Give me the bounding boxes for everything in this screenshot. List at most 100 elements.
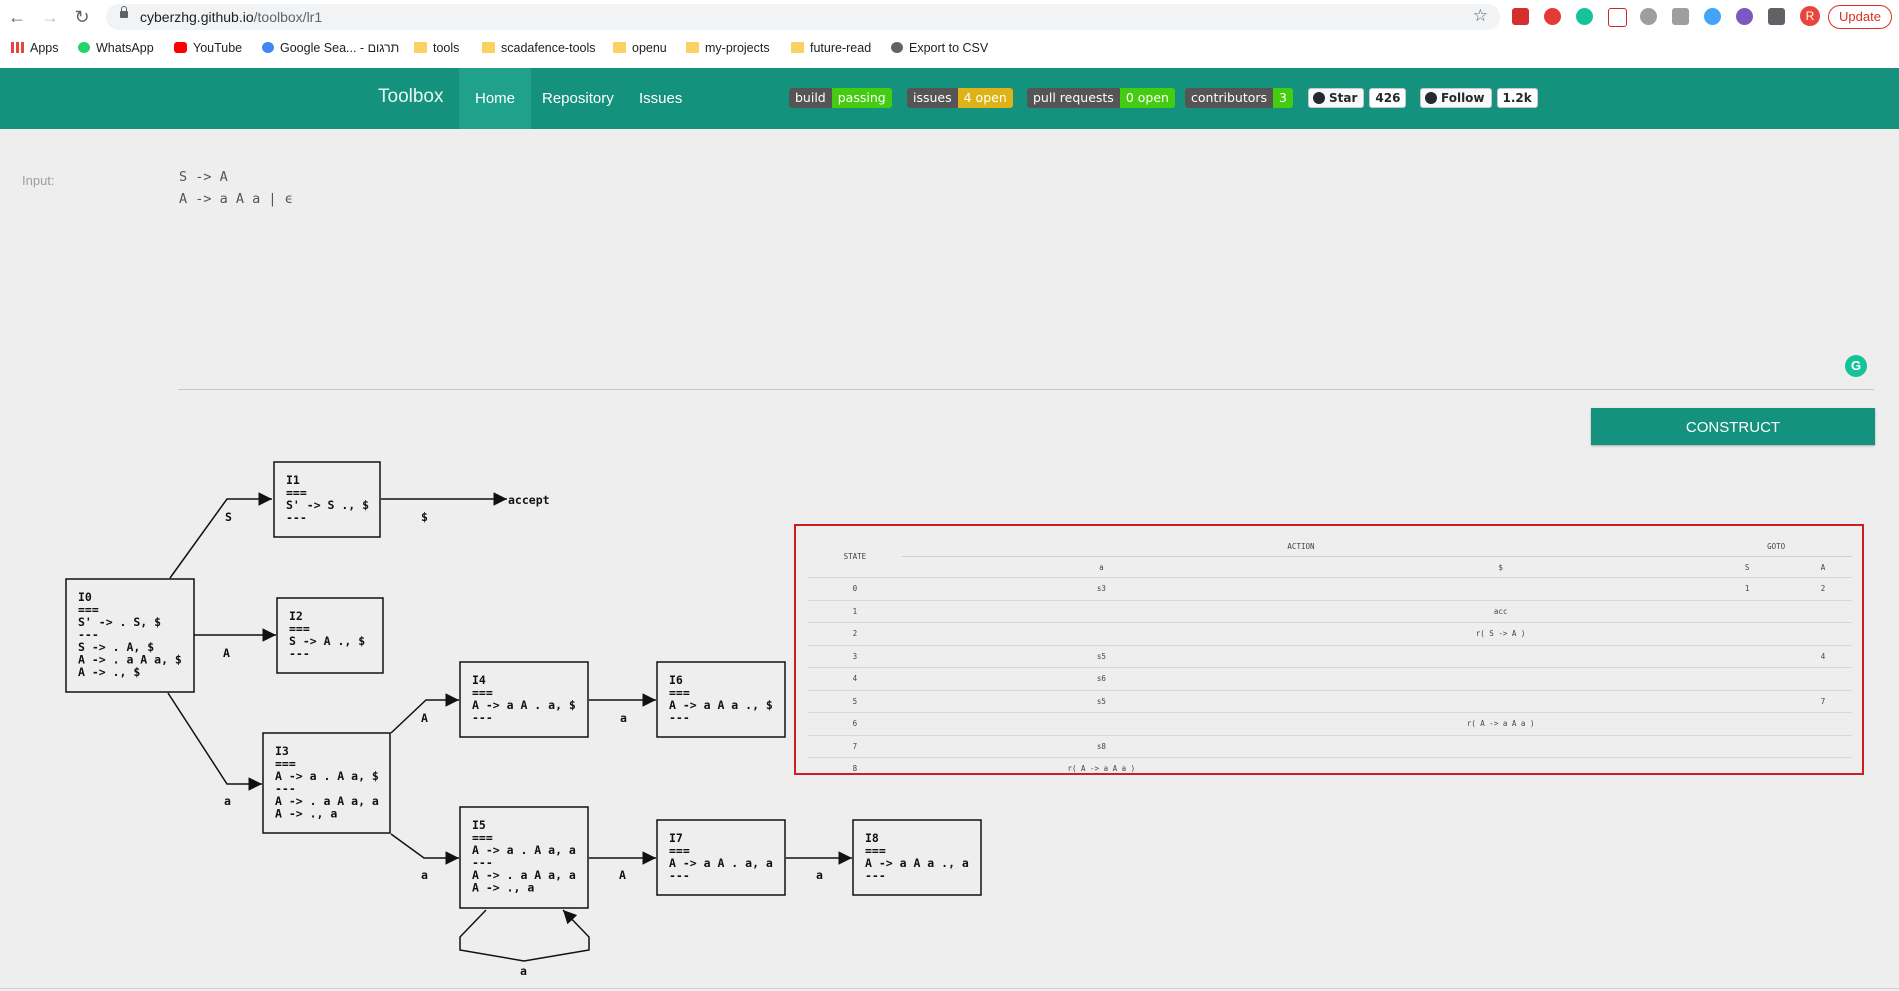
goto-header: GOTO	[1700, 536, 1852, 557]
table-cell	[1793, 712, 1852, 735]
edge-label-a-upper: A	[421, 711, 428, 725]
extension-grammarly-icon[interactable]	[1576, 8, 1593, 25]
extension-translate-icon[interactable]	[1608, 8, 1627, 27]
action-col-a: a	[1099, 562, 1104, 572]
pull-requests-badge[interactable]: pull requests 0 open	[1027, 88, 1175, 108]
table-cell	[1793, 734, 1852, 758]
nav-issues[interactable]: Issues	[623, 68, 698, 129]
youtube-icon	[174, 42, 187, 53]
folder-icon	[613, 42, 626, 53]
edge-label-a-upper: A	[223, 646, 230, 660]
table-row: 6 r( A -> a A a )	[808, 712, 1852, 735]
camera-icon[interactable]	[1672, 8, 1689, 25]
issues-badge[interactable]: issues 4 open	[907, 88, 1013, 108]
table-cell	[1700, 644, 1794, 668]
state-item-line: ---	[669, 869, 690, 883]
follow-label: Follow	[1441, 91, 1485, 105]
construct-button[interactable]: CONSTRUCT	[1591, 408, 1875, 445]
table-cell	[901, 712, 1301, 735]
table-row: 7 s8	[808, 734, 1852, 758]
brand-title[interactable]: Toolbox	[378, 86, 444, 108]
extension-adblock-icon[interactable]	[1544, 8, 1561, 25]
state-header: STATE	[843, 552, 867, 561]
bookmarks-bar: Apps WhatsApp YouTube Google Sea... - תר…	[0, 37, 1899, 63]
page-bottom-rule	[0, 988, 1899, 989]
bookmark-scadafence-tools[interactable]: scadafence-tools	[482, 41, 596, 55]
nav-repository[interactable]: Repository	[526, 68, 630, 129]
extension-gray-icon[interactable]	[1640, 8, 1657, 25]
table-cell	[1700, 712, 1794, 735]
bookmark-label: Apps	[30, 41, 59, 55]
input-divider	[178, 389, 1874, 390]
table-cell	[1700, 689, 1794, 713]
site-header: Toolbox Home Repository Issues build pass…	[0, 68, 1899, 129]
table-cell: s5	[901, 644, 1301, 668]
reload-icon[interactable]: ↻	[71, 6, 93, 28]
input-label: Input:	[22, 173, 55, 188]
contributors-badge[interactable]: contributors 3	[1185, 88, 1293, 108]
bookmark-label: Export to CSV	[909, 41, 989, 55]
parse-table: STATE ACTION GOTO a $ S A 0 s3 1 2 1 acc 2 r( S…	[808, 536, 1852, 780]
state-item-line: ---	[669, 711, 690, 725]
bookmark-apps[interactable]: Apps	[11, 41, 59, 55]
table-cell	[1793, 599, 1852, 623]
bookmark-label: tools	[433, 41, 460, 55]
badge-label: pull requests	[1027, 88, 1120, 108]
bookmark-label: Google Sea... - תרגום	[280, 41, 400, 55]
table-cell	[1300, 644, 1701, 668]
bookmark-label: scadafence-tools	[501, 41, 596, 55]
address-bar[interactable]: cyberzhg.github.io/toolbox/lr1 ☆	[106, 4, 1500, 30]
table-cell: s5	[901, 689, 1301, 713]
bookmark-tools[interactable]: tools	[414, 41, 459, 55]
bookmark-star-icon[interactable]: ☆	[1473, 6, 1488, 26]
grammarly-icon[interactable]: G	[1845, 355, 1867, 377]
forward-arrow-icon[interactable]: →	[39, 6, 61, 28]
table-cell: 5	[808, 689, 902, 713]
extensions-puzzle-icon[interactable]	[1768, 8, 1785, 25]
bookmark-openu[interactable]: openu	[613, 41, 667, 55]
state-i1: I1===S' -> S ., $---	[273, 461, 381, 538]
table-cell: 1	[1700, 577, 1794, 600]
accept-label: accept	[508, 493, 550, 507]
state-i4: I4===A -> a A . a, $---	[459, 661, 589, 738]
build-badge[interactable]: build passing	[789, 88, 892, 108]
back-arrow-icon[interactable]: ←	[6, 6, 28, 28]
table-row: 8 r( A -> a A a )	[808, 757, 1852, 780]
parse-table-panel: STATE ACTION GOTO a $ S A 0 s3 1 2 1 acc 2 r( S…	[794, 524, 1864, 780]
bookmark-whatsapp[interactable]: WhatsApp	[78, 41, 154, 55]
extension-color-icon[interactable]	[1736, 8, 1753, 25]
state-item-line: A -> ., $	[78, 665, 140, 679]
apps-grid-icon	[11, 42, 24, 53]
table-cell	[1700, 622, 1794, 645]
update-button[interactable]: Update	[1828, 5, 1892, 29]
table-cell: 4	[808, 667, 902, 690]
table-cell	[901, 622, 1301, 645]
url-host: cyberzhg.github.io	[140, 9, 254, 25]
table-cell: 2	[1793, 577, 1852, 600]
table-cell: r( S -> A )	[1300, 622, 1701, 645]
grammar-input[interactable]: S -> A A -> a A a | ϵ	[179, 166, 293, 210]
github-star-button[interactable]: Star 426	[1308, 88, 1407, 108]
extension-lastpass-icon[interactable]	[1512, 8, 1529, 25]
bookmark-export-csv[interactable]: Export to CSV	[891, 41, 988, 55]
table-cell	[1300, 689, 1701, 713]
edge-label-s: S	[225, 510, 232, 524]
extension-bird-icon[interactable]	[1704, 8, 1721, 25]
table-cell: s6	[901, 667, 1301, 690]
table-cell: 8	[808, 757, 902, 780]
table-cell: r( A -> a A a )	[1300, 712, 1701, 735]
bookmark-youtube[interactable]: YouTube	[174, 41, 242, 55]
bookmark-my-projects[interactable]: my-projects	[686, 41, 770, 55]
bookmark-future-read[interactable]: future-read	[791, 41, 871, 55]
profile-avatar[interactable]: R	[1800, 6, 1820, 26]
nav-home[interactable]: Home	[459, 68, 532, 129]
edge-label-dollar: $	[421, 510, 428, 524]
table-cell: 7	[808, 734, 902, 758]
state-i8: I8===A -> a A a ., a---	[852, 819, 982, 896]
state-item-line: ---	[472, 711, 493, 725]
table-cell	[1700, 734, 1794, 758]
bookmark-google-translate[interactable]: Google Sea... - תרגום	[262, 41, 399, 55]
table-cell	[1300, 757, 1701, 780]
github-follow-button[interactable]: Follow 1.2k	[1420, 88, 1538, 108]
bookmark-label: future-read	[810, 41, 872, 55]
